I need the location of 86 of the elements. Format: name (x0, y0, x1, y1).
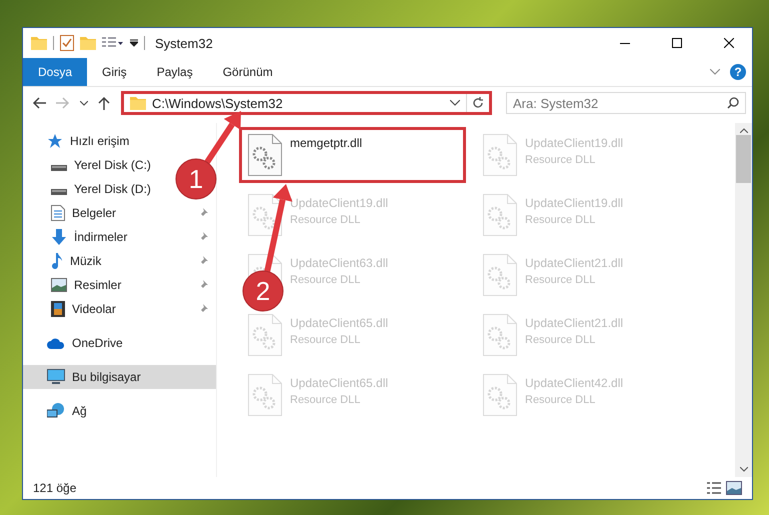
sidebar-item[interactable]: Bu bilgisayar (23, 365, 216, 389)
callout-number: 2 (256, 276, 270, 306)
star-icon (47, 133, 63, 149)
file-name: UpdateClient63.dll (290, 256, 388, 270)
sidebar-item[interactable]: Yerel Disk (C:) (23, 153, 159, 177)
search-field[interactable]: Ara: System32 (506, 92, 746, 114)
ribbon-tab[interactable]: Paylaş (142, 58, 208, 86)
minimize-icon (620, 42, 630, 44)
file-type: Resource DLL (290, 394, 362, 406)
cloud-icon (47, 338, 65, 348)
settings-file-icon (248, 374, 282, 416)
file-name: UpdateClient65.dll (290, 376, 388, 390)
settings-file-icon (483, 374, 517, 416)
file-type: Resource DLL (525, 214, 596, 226)
ribbon-tab[interactable]: Giriş (87, 58, 142, 86)
refresh-icon (472, 97, 484, 109)
file-name: UpdateClient65.dll (290, 316, 388, 330)
music-note-icon (51, 253, 63, 269)
expand-ribbon-icon[interactable] (710, 69, 720, 75)
scroll-up-icon[interactable] (740, 128, 748, 133)
file-type: Resource DLL (525, 334, 596, 346)
file-name: memgetptr.dll (290, 136, 362, 150)
file-name: UpdateClient19.dll (290, 196, 388, 210)
sidebar-item[interactable]: İndirmeler (23, 225, 216, 249)
file-type: Resource DLL (525, 274, 596, 286)
file-name: UpdateClient21.dll (525, 316, 624, 330)
document-icon (51, 205, 65, 221)
new-folder-icon (80, 36, 96, 50)
callout-badge (242, 270, 284, 312)
picture-icon (51, 278, 67, 292)
details-view-icon[interactable] (706, 481, 722, 495)
settings-file-icon (248, 194, 282, 236)
item-count: 121 öğe (33, 481, 78, 495)
sidebar-item[interactable]: Hızlı erişim (23, 129, 138, 153)
large-icons-view-icon[interactable] (726, 481, 742, 495)
scrollbar-thumb[interactable] (736, 135, 751, 183)
file-name: UpdateClient21.dll (525, 256, 624, 270)
customize-arrow-icon[interactable] (130, 39, 138, 47)
close-icon (724, 38, 734, 48)
window-title: System32 (155, 36, 214, 50)
help-button[interactable]: ? (730, 64, 746, 80)
sidebar-item[interactable]: Ağ (23, 399, 95, 423)
file-type: Resource DLL (525, 394, 596, 406)
settings-file-icon (483, 194, 517, 236)
ribbon-tab[interactable]: Görünüm (208, 58, 288, 86)
chevron-down-icon[interactable] (450, 100, 460, 106)
up-arrow-icon (98, 96, 110, 110)
file-name: UpdateClient19.dll (525, 196, 624, 210)
file-type: Resource DLL (290, 214, 362, 226)
file-type: Resource DLL (290, 334, 362, 346)
file-name: UpdateClient42.dll (525, 376, 624, 390)
sidebar-item[interactable]: Belgeler (23, 201, 216, 225)
recent-locations-button[interactable] (77, 98, 91, 108)
ribbon-tab[interactable]: Dosya (23, 58, 88, 86)
settings-file-icon (483, 134, 517, 176)
download-arrow-icon (51, 229, 67, 245)
sidebar-item[interactable]: Videolar (23, 297, 216, 321)
file-item[interactable]: memgetptr.dll (239, 127, 466, 183)
callout-number: 1 (188, 164, 204, 194)
search-icon (727, 97, 739, 109)
settings-file-icon (248, 314, 282, 356)
callout-badge (176, 158, 216, 200)
sidebar-item[interactable]: Resimler (23, 273, 216, 297)
maximize-icon (672, 38, 682, 48)
film-icon (51, 301, 65, 317)
file-type: Resource DLL (290, 274, 362, 286)
callout-arrow (204, 111, 241, 164)
settings-file-icon (483, 314, 517, 356)
forward-arrow-icon (56, 97, 70, 109)
sidebar-item[interactable]: Müzik (23, 249, 216, 273)
settings-file-icon (483, 254, 517, 296)
network-icon (47, 403, 65, 419)
chevron-down-icon (80, 100, 88, 106)
sidebar-item[interactable]: OneDrive (23, 331, 131, 355)
scrollbar[interactable] (735, 123, 752, 477)
monitor-icon (47, 369, 65, 385)
file-type: Resource DLL (525, 154, 596, 166)
scroll-down-icon[interactable] (740, 467, 748, 472)
sidebar-item[interactable]: Yerel Disk (D:) (23, 177, 159, 201)
checkmark-document-icon[interactable] (60, 35, 74, 51)
folder-icon (31, 36, 47, 50)
file-name: UpdateClient19.dll (525, 136, 624, 150)
back-arrow-icon (32, 97, 46, 109)
address-bar[interactable]: C:\Windows\System32 (121, 91, 492, 115)
folder-icon (130, 96, 146, 110)
settings-file-icon (248, 134, 282, 176)
